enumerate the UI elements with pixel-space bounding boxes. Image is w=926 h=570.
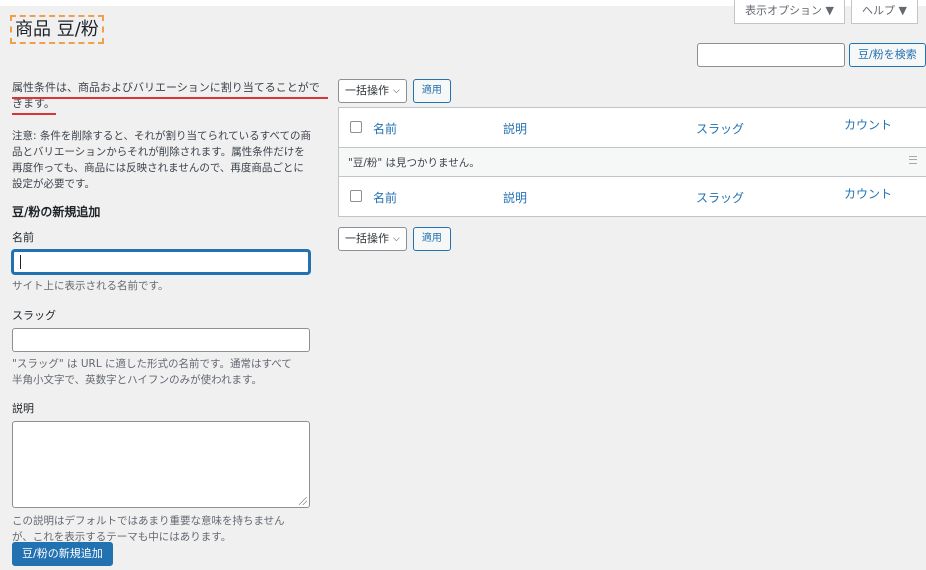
bulk-action-select[interactable]: 一括操作 ⌵ [338,79,407,103]
add-new-heading: 豆/粉の新規追加 [12,205,101,219]
table-footer-row: 名前 説明 スラッグ カウント [339,177,926,216]
search-button[interactable]: 豆/粉を検索 [849,43,926,67]
description-help: この説明はデフォルトではあまり重要な意味を持ちません が、これを表示するテーマも… [12,513,332,545]
bulk-action-select[interactable]: 一括操作 ⌵ [338,227,407,251]
description-label: 説明 [12,402,34,415]
slug-input[interactable] [12,328,310,352]
column-description[interactable]: 説明 [503,189,527,206]
red-underline [12,97,328,99]
search-box: 豆/粉を検索 [697,43,926,67]
terms-table: 名前 説明 スラッグ カウント "豆/粉" は見つかりません。 名前 説明 スラ… [338,107,926,217]
note-line-3: 再度作っても、商品には反映されませんので、再度商品ごとに [12,162,304,174]
bulk-actions-top: 一括操作 ⌵ 適用 [338,79,451,103]
note-line-1: 注意: 条件を削除すると、それが割り当てられているすべての商 [12,130,311,142]
slug-help-line-1: "スラッグ" は URL に適した形式の名前です。通常はすべて [12,358,292,370]
deletion-note: 注意: 条件を削除すると、それが割り当てられているすべての商 品とバリエーション… [12,128,332,192]
display-options-tab[interactable]: 表示オプション ▼ [734,0,846,24]
search-input[interactable] [697,43,845,67]
name-help: サイト上に表示される名前です。 [12,280,169,292]
column-slug[interactable]: スラッグ [696,189,744,206]
bulk-actions-bottom: 一括操作 ⌵ 適用 [338,227,451,251]
select-all-checkbox[interactable] [350,190,362,202]
column-description[interactable]: 説明 [503,120,527,137]
drag-handle-icon [909,156,917,164]
description-help-line-1: この説明はデフォルトではあまり重要な意味を持ちません [12,515,285,527]
page-title: 商品 豆/粉 [10,15,104,44]
table-header-row: 名前 説明 スラッグ カウント [339,108,926,148]
column-name[interactable]: 名前 [373,120,397,137]
select-all-checkbox[interactable] [350,121,362,133]
page: 表示オプション ▼ ヘルプ ▼ 商品 豆/粉 豆/粉を検索 属性条件は、商品およ… [0,0,926,570]
add-new-term-button[interactable]: 豆/粉の新規追加 [12,542,113,566]
bulk-action-label: 一括操作 [345,232,389,245]
note-line-4: 設定が必要です。 [12,178,95,190]
chevron-down-icon: ⌵ [393,234,400,244]
column-slug[interactable]: スラッグ [696,120,744,137]
resize-grip-icon[interactable] [299,497,307,505]
add-term-column: 属性条件は、商品およびバリエーションに割り当てることがで きます。 注意: 条件… [12,80,332,545]
column-count[interactable]: カウント [844,116,892,133]
name-input[interactable] [12,250,310,274]
description-textarea[interactable] [12,421,310,508]
slug-help: "スラッグ" は URL に適した形式の名前です。通常はすべて 半角小文字で、英… [12,356,332,388]
apply-button[interactable]: 適用 [412,79,451,103]
slug-help-line-2: 半角小文字で、英数字とハイフンのみが使われます。 [12,374,263,386]
empty-row: "豆/粉" は見つかりません。 [339,148,926,177]
intro-line-1: 属性条件は、商品およびバリエーションに割り当てることがで [12,81,320,94]
apply-button[interactable]: 適用 [412,227,451,251]
note-line-2: 品とバリエーションからそれが削除されます。属性条件だけを [12,146,305,158]
name-label: 名前 [12,231,34,244]
column-name[interactable]: 名前 [373,189,397,206]
text-cursor [20,255,21,269]
red-underline [12,113,56,115]
no-items-message: "豆/粉" は見つかりません。 [348,157,480,169]
slug-label: スラッグ [12,309,56,322]
intro-text: 属性条件は、商品およびバリエーションに割り当てることがで きます。 [12,80,332,115]
bulk-action-label: 一括操作 [345,84,389,97]
screen-meta-links: 表示オプション ▼ ヘルプ ▼ [734,0,918,24]
column-count[interactable]: カウント [844,185,892,202]
help-tab[interactable]: ヘルプ ▼ [851,0,918,24]
chevron-down-icon: ⌵ [393,86,400,96]
